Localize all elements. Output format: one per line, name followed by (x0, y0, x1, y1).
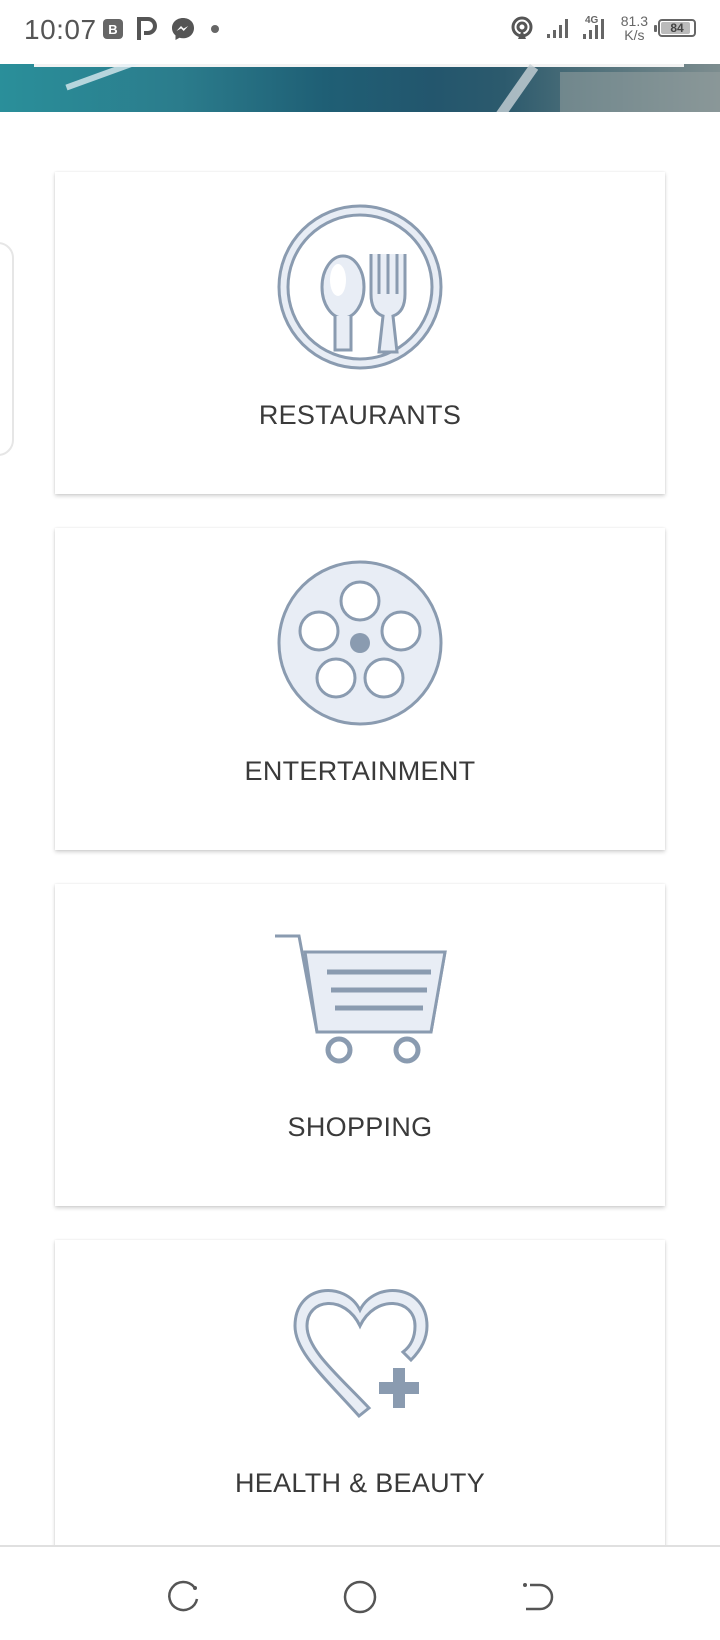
p-icon (136, 16, 158, 42)
film-reel-icon (55, 558, 665, 728)
category-card-entertainment[interactable]: ENTERTAINMENT (55, 528, 665, 850)
hero-image (0, 64, 720, 112)
back-icon (523, 1583, 554, 1611)
home-button[interactable] (340, 1577, 380, 1617)
network-type-label: 4G (585, 15, 599, 26)
home-icon (343, 1580, 377, 1614)
network-speed-unit: K/s (624, 27, 645, 43)
network-speed: 81.3 K/s (621, 14, 648, 42)
battery-level: 84 (670, 21, 684, 35)
category-label: RESTAURANTS (258, 400, 462, 430)
system-navigation-bar (0, 1545, 720, 1640)
b-icon: B (102, 18, 124, 40)
side-drawer-handle[interactable] (0, 242, 14, 456)
signal-icon (545, 16, 571, 40)
status-time: 10:07 (24, 14, 97, 45)
battery-icon: 84 (654, 19, 696, 37)
category-card-health-beauty[interactable]: HEALTH & BEAUTY (55, 1240, 665, 1550)
recent-apps-button[interactable] (164, 1577, 204, 1617)
recent-apps-icon (168, 1580, 199, 1612)
category-label: HEALTH & BEAUTY (234, 1468, 486, 1498)
category-label: ENTERTAINMENT (244, 756, 476, 786)
heart-plus-icon (55, 1270, 665, 1440)
shopping-cart-icon (55, 914, 665, 1084)
network-speed-value: 81.3 (620, 13, 648, 29)
status-bar: 10:07 B 4G 81.3 K/s 84 (0, 0, 720, 64)
hotspot-icon (509, 15, 535, 41)
category-label: SHOPPING (287, 1112, 433, 1142)
dot-icon (208, 22, 222, 36)
category-card-shopping[interactable]: SHOPPING (55, 884, 665, 1206)
signal-4g-icon: 4G (581, 14, 611, 42)
svg-text:B: B (108, 22, 117, 37)
system-icons: 4G 81.3 K/s 84 (509, 14, 696, 42)
back-button[interactable] (516, 1577, 556, 1617)
notification-icons: B (102, 16, 222, 42)
category-card-restaurants[interactable]: RESTAURANTS (55, 172, 665, 494)
messenger-icon (170, 16, 196, 42)
spoon-fork-icon (55, 202, 665, 372)
